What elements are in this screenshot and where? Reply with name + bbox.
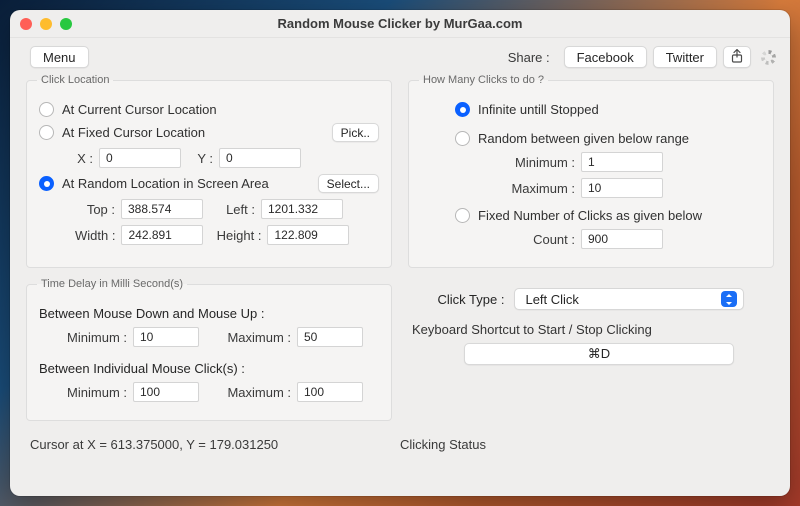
traffic-lights [20,18,72,30]
radio-infinite[interactable]: Infinite untill Stopped [455,102,599,117]
td2-min-label: Minimum : [57,385,127,400]
radio-fixed-location[interactable]: At Fixed Cursor Location [39,125,205,140]
count-label: Count : [505,232,575,247]
td2-max-label: Maximum : [221,385,291,400]
click-type-label: Click Type : [438,292,505,307]
radio-random-location-input[interactable] [39,176,54,191]
close-icon[interactable] [20,18,32,30]
radio-fixed-location-label: At Fixed Cursor Location [62,125,205,140]
width-label: Width : [75,228,115,243]
shortcut-value: ⌘D [588,346,610,362]
top-label: Top : [75,202,115,217]
click-location-group: Click Location At Current Cursor Locatio… [26,74,392,268]
width-input[interactable] [121,225,203,245]
td-max-label: Maximum : [221,330,291,345]
between-title: Between Individual Mouse Click(s) : [39,361,245,376]
height-input[interactable] [267,225,349,245]
left-label: Left : [215,202,255,217]
time-delay-group: Time Delay in Milli Second(s) Between Mo… [26,278,392,421]
between-min-input[interactable] [133,382,199,402]
radio-current-location-label: At Current Cursor Location [62,102,217,117]
cursor-status: Cursor at X = 613.375000, Y = 179.031250 [30,437,400,452]
radio-fixed-count-label: Fixed Number of Clicks as given below [478,208,702,223]
radio-random-range-input[interactable] [455,131,470,146]
how-many-legend: How Many Clicks to do ? [419,74,548,86]
window-title: Random Mouse Clicker by MurGaa.com [10,16,790,31]
right-bottom-area: Click Type : Left Click Keyboard Shortcu… [408,278,774,421]
click-location-legend: Click Location [37,74,113,86]
share-icon [731,49,743,66]
minimize-icon[interactable] [40,18,52,30]
spinner-icon [761,50,776,65]
radio-random-range-label: Random between given below range [478,131,689,146]
maximize-icon[interactable] [60,18,72,30]
how-many-group: How Many Clicks to do ? Infinite untill … [408,74,774,268]
radio-fixed-location-input[interactable] [39,125,54,140]
count-input[interactable] [581,229,663,249]
pick-button[interactable]: Pick.. [332,123,379,142]
hm-max-label: Maximum : [505,181,575,196]
share-button[interactable] [723,46,751,68]
share-label: Share : [508,50,550,65]
shortcut-button[interactable]: ⌘D [464,343,734,365]
radio-random-location[interactable]: At Random Location in Screen Area [39,176,269,191]
hm-min-input[interactable] [581,152,663,172]
shortcut-label: Keyboard Shortcut to Start / Stop Clicki… [412,322,774,337]
updown-min-input[interactable] [133,327,199,347]
app-window: Random Mouse Clicker by MurGaa.com Menu … [10,10,790,496]
height-label: Height : [215,228,261,243]
share-twitter-button[interactable]: Twitter [653,46,717,68]
y-label: Y : [195,151,213,166]
radio-current-location[interactable]: At Current Cursor Location [39,102,217,117]
chevron-updown-icon [721,291,737,307]
y-input[interactable] [219,148,301,168]
click-type-select[interactable]: Left Click [514,288,744,310]
radio-fixed-count[interactable]: Fixed Number of Clicks as given below [455,208,702,223]
td-min-label: Minimum : [57,330,127,345]
share-facebook-button[interactable]: Facebook [564,46,647,68]
between-max-input[interactable] [297,382,363,402]
top-input[interactable] [121,199,203,219]
footer: Cursor at X = 613.375000, Y = 179.031250… [10,429,790,452]
hm-max-input[interactable] [581,178,663,198]
hm-min-label: Minimum : [505,155,575,170]
radio-fixed-count-input[interactable] [455,208,470,223]
radio-infinite-label: Infinite untill Stopped [478,102,599,117]
select-button[interactable]: Select... [318,174,379,193]
menu-button[interactable]: Menu [30,46,89,68]
time-delay-legend: Time Delay in Milli Second(s) [37,278,187,290]
updown-title: Between Mouse Down and Mouse Up : [39,306,264,321]
left-input[interactable] [261,199,343,219]
toolbar: Menu Share : Facebook Twitter [10,38,790,72]
radio-infinite-input[interactable] [455,102,470,117]
clicking-status: Clicking Status [400,437,770,452]
radio-random-range[interactable]: Random between given below range [455,131,689,146]
updown-max-input[interactable] [297,327,363,347]
radio-random-location-label: At Random Location in Screen Area [62,176,269,191]
x-input[interactable] [99,148,181,168]
titlebar: Random Mouse Clicker by MurGaa.com [10,10,790,38]
radio-current-location-input[interactable] [39,102,54,117]
x-label: X : [75,151,93,166]
click-type-value: Left Click [525,292,578,307]
